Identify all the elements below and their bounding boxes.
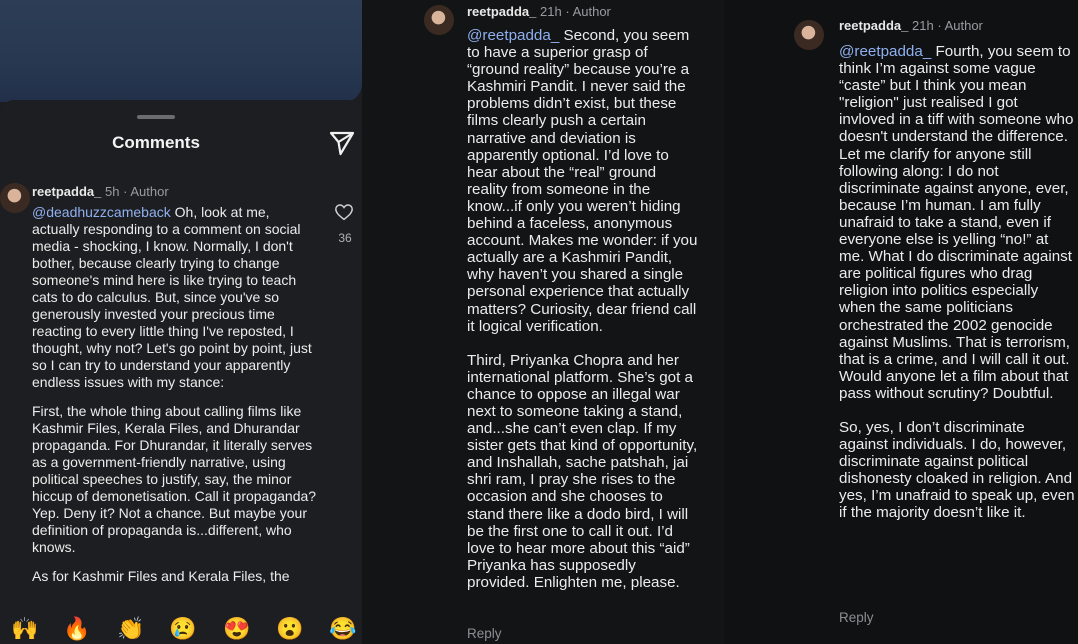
heart-icon[interactable] <box>334 203 354 221</box>
comment-paragraph: Third, Priyanka Chopra and her internati… <box>467 351 698 591</box>
emoji-laughing[interactable]: 😂 <box>329 616 356 642</box>
comment-panel-third: reetpadda_ 21h · Author @reetpadda_ Four… <box>724 0 1078 644</box>
comment-time: 5h <box>105 184 120 199</box>
quick-reaction-bar: 🙌 🔥 👏 😢 😍 😮 😂 <box>0 612 362 644</box>
comment-text: Oh, look at me, actually responding to a… <box>32 204 312 390</box>
avatar[interactable] <box>794 20 824 50</box>
like-count: 36 <box>338 231 352 245</box>
send-icon[interactable] <box>328 129 356 157</box>
author-tag: Author <box>572 4 611 19</box>
comment-meta: reetpadda_ 5h · Author <box>32 184 169 199</box>
mention-link[interactable]: @reetpadda_ <box>467 27 559 44</box>
emoji-raised-hands[interactable]: 🙌 <box>11 616 38 642</box>
reply-button[interactable]: Reply <box>467 626 502 641</box>
comment-username[interactable]: reetpadda_ <box>839 18 908 33</box>
comment-paragraph: @reetpadda_ Second, you seem to have a s… <box>467 27 699 335</box>
comment-meta: reetpadda_ 21h · Author <box>467 4 611 19</box>
emoji-surprised[interactable]: 😮 <box>276 616 303 642</box>
meta-separator: · <box>123 184 128 199</box>
comment-time: 21h <box>540 4 562 19</box>
comment-username[interactable]: reetpadda_ <box>32 184 101 199</box>
sheet-title: Comments <box>112 133 200 152</box>
author-tag: Author <box>944 18 983 33</box>
comments-sheet-panel: Comments reetpadda_ 5h · Author @deadhuz… <box>0 0 362 644</box>
comment-body: @reetpadda_ Fourth, you seem to think I’… <box>839 43 1077 534</box>
reply-button[interactable]: Reply <box>839 610 874 625</box>
comment-username[interactable]: reetpadda_ <box>467 4 536 19</box>
comment-paragraph: So, yes, I don’t discriminate against in… <box>839 418 1075 522</box>
comment-body: @deadhuzzcameback Oh, look at me, actual… <box>32 204 318 597</box>
post-media-area[interactable] <box>0 0 362 102</box>
comment-body: @reetpadda_ Second, you seem to have a s… <box>467 27 699 603</box>
comment-paragraph: @reetpadda_ Fourth, you seem to think I’… <box>839 43 1077 402</box>
emoji-crying[interactable]: 😢 <box>169 616 196 642</box>
avatar[interactable] <box>0 183 30 213</box>
mention-link[interactable]: @deadhuzzcameback <box>32 204 171 220</box>
comment-time: 21h <box>912 18 934 33</box>
meta-separator: · <box>937 18 942 33</box>
sheet-drag-handle[interactable] <box>137 115 175 119</box>
comment-paragraph: As for Kashmir Files and Kerala Files, t… <box>32 568 290 584</box>
comment-text: Second, you seem to have a superior gras… <box>467 27 698 335</box>
emoji-fire[interactable]: 🔥 <box>63 616 90 642</box>
comment-paragraph: @deadhuzzcameback Oh, look at me, actual… <box>32 204 318 391</box>
author-tag: Author <box>130 184 169 199</box>
avatar[interactable] <box>424 5 454 35</box>
meta-separator: · <box>565 4 570 19</box>
comment-meta: reetpadda_ 21h · Author <box>839 18 983 33</box>
emoji-clapping[interactable]: 👏 <box>117 616 144 642</box>
emoji-heart-eyes[interactable]: 😍 <box>223 616 250 642</box>
mention-link[interactable]: @reetpadda_ <box>839 43 931 60</box>
comment-text: Fourth, you seem to think I’m against so… <box>839 43 1074 402</box>
comment-panel-second: reetpadda_ 21h · Author @reetpadda_ Seco… <box>362 0 724 644</box>
comment-paragraph: First, the whole thing about calling fil… <box>32 403 317 555</box>
